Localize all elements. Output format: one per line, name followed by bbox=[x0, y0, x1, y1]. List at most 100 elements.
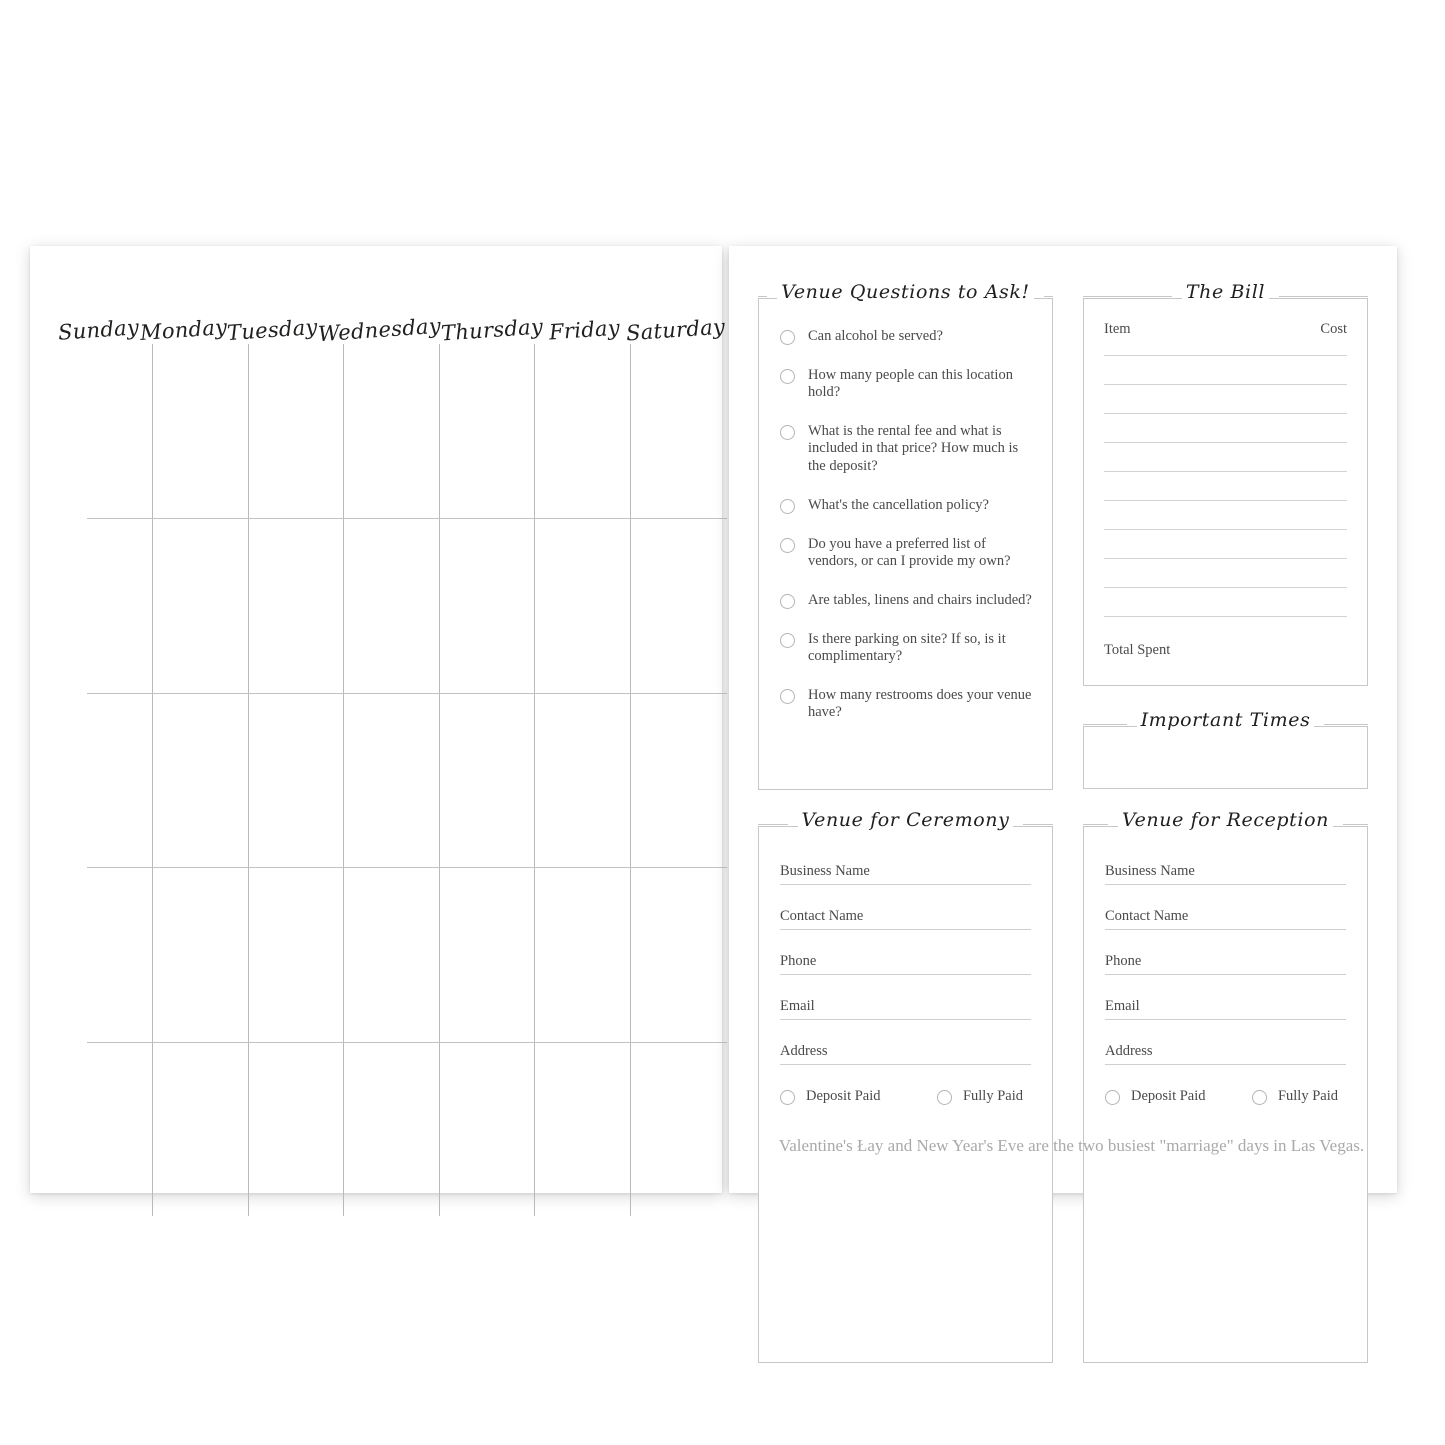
ceremony-email-field[interactable]: Email bbox=[780, 998, 1031, 1020]
radio-icon[interactable] bbox=[780, 689, 795, 705]
monthly-calendar-grid: Sunday Monday Tuesday Wednesday Thursday Frid… bbox=[57, 282, 727, 1216]
ceremony-phone-field[interactable]: Phone bbox=[780, 953, 1031, 975]
left-page-sheet: Sunday Monday Tuesday Wednesday Thursday Frid… bbox=[30, 246, 727, 1216]
calendar-day-header-wednesday: Wednesday bbox=[317, 282, 441, 347]
bill-entry-line[interactable] bbox=[1104, 471, 1347, 472]
field-label: Phone bbox=[1105, 953, 1142, 969]
bill-entry-line[interactable] bbox=[1104, 529, 1347, 530]
right-page-sheet: Venue Questions to Ask! Can alcohol be s… bbox=[729, 246, 1397, 1363]
venue-question-text: Is there parking on site? If so, is it c… bbox=[808, 631, 1006, 665]
bill-entry-line[interactable] bbox=[1104, 384, 1347, 385]
venue-question-text: Can alcohol be served? bbox=[808, 328, 943, 344]
bill-entry-line[interactable] bbox=[1104, 558, 1347, 559]
bill-entry-line[interactable] bbox=[1104, 587, 1347, 588]
venue-question-text: How many restrooms does your venue have? bbox=[808, 687, 1032, 721]
radio-icon[interactable] bbox=[780, 593, 795, 609]
venue-questions-title-bar: Venue Questions to Ask! bbox=[758, 283, 1053, 305]
bill-entry-line[interactable] bbox=[1104, 413, 1347, 414]
venue-question-text: Are tables, linens and chairs included? bbox=[808, 591, 1032, 608]
bill-col-item-header: Item bbox=[1104, 321, 1131, 337]
radio-icon[interactable] bbox=[780, 425, 795, 441]
radio-icon[interactable] bbox=[1105, 1090, 1120, 1105]
calendar-row-divider bbox=[87, 693, 727, 694]
radio-icon[interactable] bbox=[780, 369, 795, 385]
radio-icon[interactable] bbox=[936, 1090, 952, 1105]
title-rule-left bbox=[1083, 723, 1127, 725]
reception-email-field[interactable]: Email bbox=[1105, 998, 1346, 1020]
title-rule-right bbox=[1043, 295, 1053, 297]
field-label: Email bbox=[1105, 998, 1140, 1014]
calendar-day-label: Thursday bbox=[440, 314, 544, 346]
bill-entry-lines bbox=[1104, 355, 1347, 645]
bill-entry-line[interactable] bbox=[1104, 442, 1347, 443]
field-underline bbox=[1105, 929, 1346, 930]
venue-ceremony-paid-row: Deposit Paid Fully Paid bbox=[780, 1088, 1031, 1105]
venue-for-reception-panel: Venue for Reception Business Name Contact… bbox=[1083, 811, 1368, 1363]
ceremony-contact-name-field[interactable]: Contact Name bbox=[780, 908, 1031, 930]
venue-question-item[interactable]: What is the rental fee and what is inclu… bbox=[780, 423, 1036, 474]
venue-reception-deposit-paid-option[interactable]: Deposit Paid bbox=[1105, 1088, 1206, 1105]
reception-phone-field[interactable]: Phone bbox=[1105, 953, 1346, 975]
deposit-paid-label: Deposit Paid bbox=[806, 1088, 881, 1104]
calendar-day-header-sunday: Sunday bbox=[57, 282, 140, 345]
venue-questions-list: Can alcohol be served? How many people ca… bbox=[780, 328, 1036, 744]
radio-icon[interactable] bbox=[1251, 1090, 1267, 1105]
reception-business-name-field[interactable]: Business Name bbox=[1105, 863, 1346, 885]
venue-question-item[interactable]: How many restrooms does your venue have? bbox=[780, 687, 1036, 721]
venue-ceremony-deposit-paid-option[interactable]: Deposit Paid bbox=[780, 1088, 881, 1105]
field-underline bbox=[780, 1019, 1031, 1020]
title-rule-left bbox=[1083, 295, 1172, 297]
ceremony-address-field[interactable]: Address bbox=[780, 1043, 1031, 1065]
calendar-column-divider bbox=[152, 344, 153, 1216]
venue-ceremony-fully-paid-option[interactable]: Fully Paid bbox=[936, 1088, 1023, 1105]
calendar-day-header-thursday: Thursday bbox=[440, 282, 544, 346]
calendar-day-label: Tuesday bbox=[226, 314, 319, 346]
radio-icon[interactable] bbox=[780, 633, 795, 649]
field-label: Address bbox=[1105, 1043, 1153, 1059]
footer-fun-fact: Valentine's Łay and New Year's Eve are t… bbox=[778, 1136, 1365, 1155]
field-underline bbox=[1105, 974, 1346, 975]
venue-question-item[interactable]: Can alcohol be served? bbox=[780, 328, 1036, 345]
field-underline bbox=[780, 1064, 1031, 1065]
venue-ceremony-title: Venue for Ceremony bbox=[797, 811, 1014, 830]
bill-entry-line[interactable] bbox=[1104, 616, 1347, 617]
calendar-day-header-row: Sunday Monday Tuesday Wednesday Thursday Frid… bbox=[57, 282, 726, 347]
venue-questions-panel: Venue Questions to Ask! Can alcohol be s… bbox=[758, 283, 1053, 790]
important-times-title: Important Times bbox=[1136, 711, 1315, 730]
title-rule-right bbox=[1023, 823, 1054, 825]
important-times-panel: Important Times bbox=[1083, 711, 1368, 789]
bill-column-headers: Item Cost bbox=[1104, 321, 1347, 338]
field-underline bbox=[1105, 1019, 1346, 1020]
bill-entry-line[interactable] bbox=[1104, 500, 1347, 501]
calendar-column-divider bbox=[343, 344, 344, 1216]
bill-col-cost-header: Cost bbox=[1320, 321, 1347, 337]
venue-questions-title: Venue Questions to Ask! bbox=[777, 283, 1034, 302]
venue-question-item[interactable]: Is there parking on site? If so, is it c… bbox=[780, 631, 1036, 665]
calendar-column-divider bbox=[439, 344, 440, 1216]
the-bill-panel: The Bill Item Cost Total Spent bbox=[1083, 283, 1368, 686]
title-rule-left bbox=[758, 823, 788, 825]
important-times-title-bar: Important Times bbox=[1083, 711, 1368, 733]
venue-question-item[interactable]: What's the cancellation policy? bbox=[780, 497, 1036, 514]
ceremony-business-name-field[interactable]: Business Name bbox=[780, 863, 1031, 885]
venue-ceremony-fields: Business Name Contact Name Phone Email Addre… bbox=[780, 863, 1031, 1105]
reception-address-field[interactable]: Address bbox=[1105, 1043, 1346, 1065]
calendar-row-divider bbox=[87, 867, 727, 868]
field-label: Address bbox=[780, 1043, 828, 1059]
title-rule-right bbox=[1279, 295, 1368, 297]
venue-question-item[interactable]: Are tables, linens and chairs included? bbox=[780, 592, 1036, 609]
venue-question-item[interactable]: Do you have a preferred list of vendors,… bbox=[780, 536, 1036, 570]
reception-contact-name-field[interactable]: Contact Name bbox=[1105, 908, 1346, 930]
radio-icon[interactable] bbox=[780, 330, 795, 345]
venue-for-ceremony-panel: Venue for Ceremony Business Name Contact … bbox=[758, 811, 1054, 1363]
radio-icon[interactable] bbox=[780, 537, 795, 553]
calendar-column-divider bbox=[248, 344, 249, 1216]
venue-reception-fully-paid-option[interactable]: Fully Paid bbox=[1251, 1088, 1338, 1105]
bill-entry-line[interactable] bbox=[1104, 355, 1347, 356]
fully-paid-label: Fully Paid bbox=[962, 1088, 1023, 1104]
radio-icon[interactable] bbox=[780, 498, 795, 514]
radio-icon[interactable] bbox=[780, 1090, 795, 1105]
calendar-day-label: Saturday bbox=[625, 314, 726, 346]
venue-reception-fields: Business Name Contact Name Phone Email Addre… bbox=[1105, 863, 1346, 1105]
venue-question-item[interactable]: How many people can this location hold? bbox=[780, 367, 1036, 401]
